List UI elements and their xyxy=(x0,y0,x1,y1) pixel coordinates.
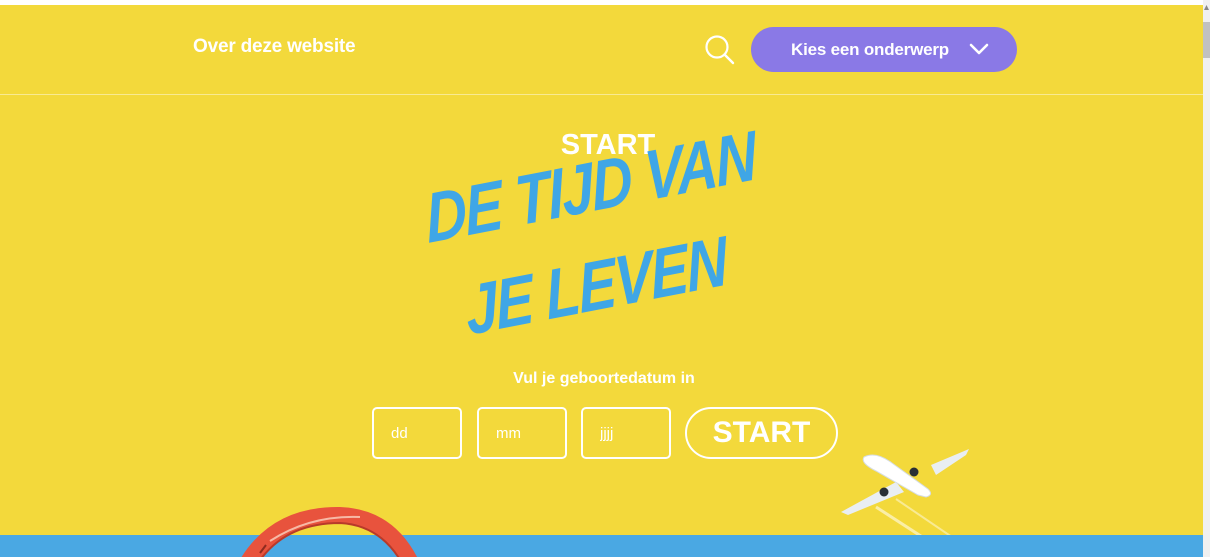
month-input[interactable] xyxy=(477,407,567,459)
choose-topic-label: Kies een onderwerp xyxy=(791,40,949,59)
about-website-link[interactable]: Over deze website xyxy=(193,36,356,58)
day-input[interactable] xyxy=(372,407,462,459)
scroll-up-arrow-icon[interactable] xyxy=(1204,4,1209,12)
search-icon xyxy=(705,35,735,65)
sky-band xyxy=(0,535,1203,557)
chevron-down-icon xyxy=(969,43,989,55)
main-area: Over deze website Kies een onderwerp STA… xyxy=(0,5,1203,557)
header: Over deze website Kies een onderwerp xyxy=(0,5,1203,95)
start-button[interactable]: START xyxy=(685,407,838,459)
year-input[interactable] xyxy=(581,407,671,459)
choose-topic-button[interactable]: Kies een onderwerp xyxy=(751,27,1017,72)
scrollbar-track[interactable] xyxy=(1203,0,1210,557)
hero-title: DE TIJD VAN JE LEVEN xyxy=(420,116,800,365)
search-button[interactable] xyxy=(704,34,736,66)
paraglider-kite-illustration xyxy=(241,506,417,557)
birthdate-label: Vul je geboortedatum in xyxy=(513,370,695,387)
page: Over deze website Kies een onderwerp STA… xyxy=(0,0,1210,557)
scrollbar-thumb[interactable] xyxy=(1203,22,1210,58)
